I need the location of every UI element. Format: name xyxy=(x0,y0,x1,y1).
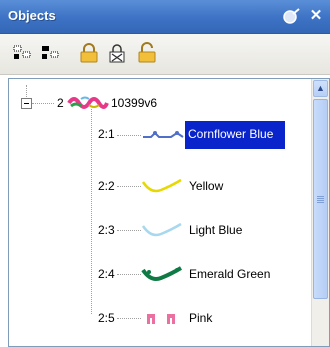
tree-item-label: Emerald Green xyxy=(189,267,271,281)
tree-line xyxy=(117,230,141,231)
window-title: Objects xyxy=(8,8,56,23)
emerald-green-thumbnail-icon xyxy=(141,264,185,287)
objects-tree[interactable]: 2 10399v6 2:1 Cornflower Blue 2:2 Yellow… xyxy=(8,78,330,347)
group-expand-icon[interactable] xyxy=(12,42,34,64)
collapse-toggle[interactable] xyxy=(21,98,32,109)
tree-item-prefix: 2:2 xyxy=(98,179,115,193)
tree-line xyxy=(117,274,141,275)
hide-icon[interactable] xyxy=(106,42,128,64)
tree-item-prefix: 2:4 xyxy=(98,267,115,281)
vertical-scrollbar[interactable]: ▲ xyxy=(311,79,329,346)
unlock-icon[interactable] xyxy=(136,42,158,64)
pin-icon[interactable] xyxy=(282,6,302,26)
scroll-thumb[interactable] xyxy=(313,99,328,299)
yellow-thumbnail-icon xyxy=(141,176,185,199)
toolbar xyxy=(0,34,330,75)
tree-root-row[interactable]: 2 10399v6 xyxy=(9,93,309,115)
pink-thumbnail-icon xyxy=(141,308,185,331)
tree-item-label: Yellow xyxy=(189,179,224,193)
grip-line xyxy=(317,202,324,203)
tree-item-label: Light Blue xyxy=(189,223,243,237)
tree-item-label: Cornflower Blue xyxy=(188,127,274,141)
tree-item[interactable]: 2:4 Emerald Green xyxy=(9,264,309,286)
tree-line xyxy=(117,135,141,136)
tree-item[interactable]: 2:5 Pink xyxy=(9,308,309,330)
selection-highlight: Cornflower Blue xyxy=(185,121,285,149)
tree-item-prefix: 2:5 xyxy=(98,311,115,325)
tree-item-prefix: 2:3 xyxy=(98,223,115,237)
scroll-up-arrow-icon[interactable]: ▲ xyxy=(313,80,328,97)
tree-line xyxy=(117,318,141,319)
group-thumbnail-icon xyxy=(67,93,109,116)
group-collapse-icon[interactable] xyxy=(40,42,62,64)
tree-item[interactable]: 2:1 Cornflower Blue xyxy=(9,121,309,149)
close-icon[interactable]: ✕ xyxy=(306,6,326,26)
grip-line xyxy=(317,196,324,197)
cornflower-blue-thumbnail-icon xyxy=(141,125,185,148)
tree-root-label: 10399v6 xyxy=(111,96,158,110)
tree-root-prefix: 2 xyxy=(57,96,64,110)
grip-line xyxy=(317,198,324,199)
tree-item-prefix: 2:1 xyxy=(98,127,115,141)
grip-line xyxy=(317,200,324,201)
tree-line xyxy=(117,186,141,187)
tree-line xyxy=(32,103,54,104)
tree-item[interactable]: 2:3 Light Blue xyxy=(9,220,309,242)
tree-item-label: Pink xyxy=(189,311,213,325)
tree-item[interactable]: 2:2 Yellow xyxy=(9,176,309,198)
title-bar: Objects ✕ xyxy=(0,0,330,34)
lock-icon[interactable] xyxy=(78,42,100,64)
light-blue-thumbnail-icon xyxy=(141,220,185,243)
